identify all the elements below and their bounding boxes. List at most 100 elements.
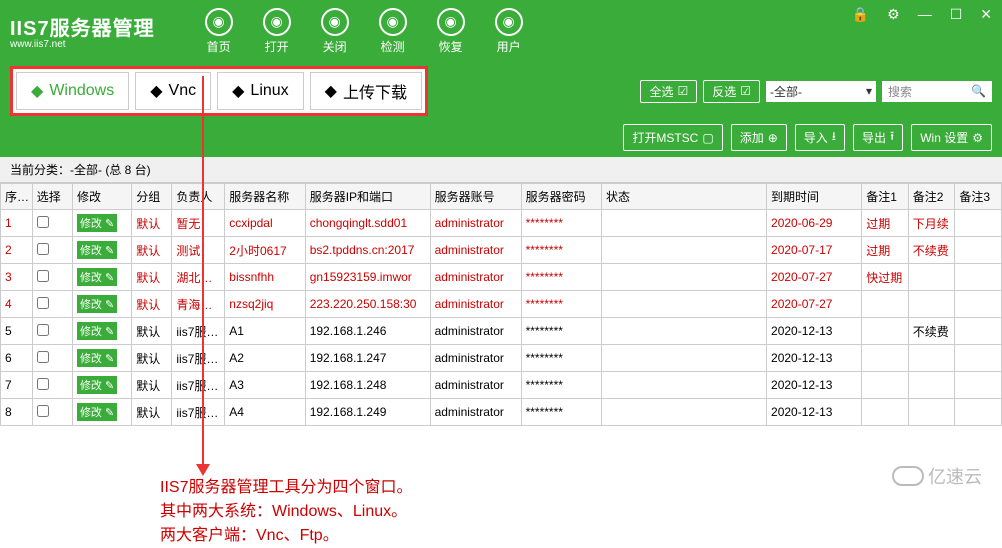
column-header[interactable]: 服务器名称 bbox=[225, 184, 305, 210]
column-header[interactable]: 状态 bbox=[601, 184, 766, 210]
cell-select[interactable] bbox=[32, 210, 72, 237]
cell-status bbox=[601, 399, 766, 426]
column-header[interactable]: 负责人 bbox=[172, 184, 225, 210]
cell-name: ccxipdal bbox=[225, 210, 305, 237]
settings-icon[interactable]: ⚙ bbox=[887, 6, 900, 23]
cell-account: administrator bbox=[430, 345, 521, 372]
invert-select-button[interactable]: 反选☑ bbox=[703, 80, 760, 103]
cell-name: A1 bbox=[225, 318, 305, 345]
cell-password: ******** bbox=[521, 345, 601, 372]
modify-button[interactable]: 修改 ✎ bbox=[77, 376, 117, 394]
row-checkbox[interactable] bbox=[37, 405, 49, 417]
cell-seq: 2 bbox=[1, 237, 33, 264]
column-header[interactable]: 服务器密码 bbox=[521, 184, 601, 210]
cell-expiry: 2020-07-17 bbox=[767, 237, 862, 264]
toolbar-search[interactable]: ◉检测 bbox=[379, 8, 407, 55]
win-settings-button[interactable]: Win 设置 ⚙ bbox=[911, 124, 992, 151]
cell-ip: gn15923159.imwor bbox=[305, 264, 430, 291]
cell-select[interactable] bbox=[32, 345, 72, 372]
close-icon[interactable]: ✕ bbox=[980, 6, 992, 23]
modify-button[interactable]: 修改 ✎ bbox=[77, 322, 117, 340]
cell-status bbox=[601, 237, 766, 264]
modify-button[interactable]: 修改 ✎ bbox=[77, 295, 117, 313]
toolbar-close[interactable]: ◉关闭 bbox=[321, 8, 349, 55]
annotation-line: IIS7服务器管理工具分为四个窗口。 bbox=[160, 476, 1002, 500]
row-checkbox[interactable] bbox=[37, 297, 49, 309]
row-checkbox[interactable] bbox=[37, 216, 49, 228]
row-checkbox[interactable] bbox=[37, 351, 49, 363]
column-header[interactable]: 分组 bbox=[132, 184, 172, 210]
column-header[interactable]: 修改 bbox=[72, 184, 131, 210]
cell-status bbox=[601, 345, 766, 372]
column-header[interactable]: 备注1 bbox=[862, 184, 909, 210]
table-row[interactable]: 3修改 ✎默认湖北黄冈bissnfhhgn15923159.imworadmin… bbox=[1, 264, 1002, 291]
select-all-button[interactable]: 全选☑ bbox=[640, 80, 697, 103]
table-row[interactable]: 8修改 ✎默认iis7服务器A4192.168.1.249administrat… bbox=[1, 399, 1002, 426]
windows-icon: ◆ bbox=[31, 81, 43, 101]
minimize-icon[interactable]: — bbox=[918, 6, 932, 23]
cell-note3 bbox=[955, 372, 1002, 399]
modify-button[interactable]: 修改 ✎ bbox=[77, 403, 117, 421]
cell-select[interactable] bbox=[32, 264, 72, 291]
app-window: IIS7服务器管理 www.iis7.net ◉首页◉打开◉关闭◉检测◉恢复◉用… bbox=[0, 0, 1002, 157]
filter-select[interactable]: -全部-▾ bbox=[766, 81, 876, 102]
column-header[interactable]: 到期时间 bbox=[767, 184, 862, 210]
link-icon: ◉ bbox=[263, 8, 291, 36]
lock-icon[interactable]: 🔒 bbox=[852, 6, 869, 23]
open-mstsc-button[interactable]: 打开MSTSC ▢ bbox=[623, 124, 722, 151]
cell-select[interactable] bbox=[32, 318, 72, 345]
table-row[interactable]: 4修改 ✎默认青海西宁nzsq2jiq223.220.250.158:30adm… bbox=[1, 291, 1002, 318]
cell-select[interactable] bbox=[32, 372, 72, 399]
server-table: 序号选择修改分组负责人服务器名称服务器IP和端口服务器账号服务器密码状态到期时间… bbox=[0, 183, 1002, 426]
row-checkbox[interactable] bbox=[37, 378, 49, 390]
cell-modify: 修改 ✎ bbox=[72, 399, 131, 426]
column-header[interactable]: 服务器IP和端口 bbox=[305, 184, 430, 210]
maximize-icon[interactable]: ☐ bbox=[950, 6, 963, 23]
search-input[interactable]: 搜索🔍 bbox=[882, 81, 992, 102]
column-header[interactable]: 备注2 bbox=[908, 184, 955, 210]
cell-modify: 修改 ✎ bbox=[72, 345, 131, 372]
toolbar-link[interactable]: ◉打开 bbox=[263, 8, 291, 55]
cell-note3 bbox=[955, 345, 1002, 372]
watermark: 亿速云 bbox=[892, 463, 982, 489]
cell-seq: 7 bbox=[1, 372, 33, 399]
modify-button[interactable]: 修改 ✎ bbox=[77, 268, 117, 286]
column-header[interactable]: 选择 bbox=[32, 184, 72, 210]
action-row: 打开MSTSC ▢ 添加 ⊕ 导入 ⭳ 导出 ⭱ Win 设置 ⚙ bbox=[0, 124, 1002, 157]
column-header[interactable]: 服务器账号 bbox=[430, 184, 521, 210]
table-row[interactable]: 5修改 ✎默认iis7服务器A1192.168.1.246administrat… bbox=[1, 318, 1002, 345]
toolbar-wrench[interactable]: ◉恢复 bbox=[437, 8, 465, 55]
cell-select[interactable] bbox=[32, 237, 72, 264]
tab-上传下载[interactable]: ◆上传下载 bbox=[310, 72, 422, 110]
cell-group: 默认 bbox=[132, 291, 172, 318]
cell-name: bissnfhh bbox=[225, 264, 305, 291]
cell-ip: 223.220.250.158:30 bbox=[305, 291, 430, 318]
row-checkbox[interactable] bbox=[37, 243, 49, 255]
tab-windows[interactable]: ◆Windows bbox=[16, 72, 129, 110]
modify-button[interactable]: 修改 ✎ bbox=[77, 214, 117, 232]
tab-linux[interactable]: ◆Linux bbox=[217, 72, 304, 110]
export-button[interactable]: 导出 ⭱ bbox=[853, 124, 903, 151]
row-checkbox[interactable] bbox=[37, 324, 49, 336]
chevron-down-icon: ▾ bbox=[866, 84, 872, 98]
cell-select[interactable] bbox=[32, 291, 72, 318]
modify-button[interactable]: 修改 ✎ bbox=[77, 241, 117, 259]
column-header[interactable]: 序号 bbox=[1, 184, 33, 210]
toolbar-user[interactable]: ◉用户 bbox=[495, 8, 523, 55]
cell-select[interactable] bbox=[32, 399, 72, 426]
column-header[interactable]: 备注3 bbox=[955, 184, 1002, 210]
cell-ip: bs2.tpddns.cn:2017 bbox=[305, 237, 430, 264]
toolbar-home[interactable]: ◉首页 bbox=[205, 8, 233, 55]
import-button[interactable]: 导入 ⭳ bbox=[795, 124, 845, 151]
table-row[interactable]: 2修改 ✎默认测试2小时0617bs2.tpddns.cn:2017admini… bbox=[1, 237, 1002, 264]
cell-note2 bbox=[908, 372, 955, 399]
cell-group: 默认 bbox=[132, 345, 172, 372]
tab-vnc[interactable]: ◆Vnc bbox=[135, 72, 211, 110]
table-row[interactable]: 7修改 ✎默认iis7服务器A3192.168.1.248administrat… bbox=[1, 372, 1002, 399]
modify-button[interactable]: 修改 ✎ bbox=[77, 349, 117, 367]
table-row[interactable]: 6修改 ✎默认iis7服务器A2192.168.1.247administrat… bbox=[1, 345, 1002, 372]
row-checkbox[interactable] bbox=[37, 270, 49, 282]
cell-password: ******** bbox=[521, 264, 601, 291]
add-button[interactable]: 添加 ⊕ bbox=[731, 124, 787, 151]
table-row[interactable]: 1修改 ✎默认暂无ccxipdalchongqinglt.sdd01admini… bbox=[1, 210, 1002, 237]
